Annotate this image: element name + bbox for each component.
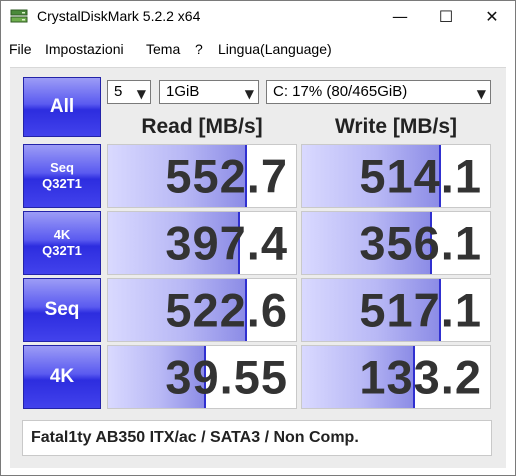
window-title: CrystalDiskMark 5.2.2 x64 <box>37 8 201 24</box>
chevron-down-icon: ▼ <box>244 87 254 101</box>
seq-button[interactable]: Seq <box>23 278 101 342</box>
menu-help[interactable]: ? <box>195 41 203 57</box>
seq-write-cell: 517.1 <box>301 278 491 342</box>
menu-bar: File Impostazioni Tema ? Lingua(Language… <box>1 41 515 63</box>
seq-q32t1-read-cell: 552.7 <box>107 144 297 208</box>
chevron-down-icon: ▼ <box>136 87 146 101</box>
4k-q32t1-read-value: 397.4 <box>165 216 288 270</box>
4k-button[interactable]: 4K <box>23 345 101 409</box>
close-button[interactable]: ✕ <box>469 1 515 31</box>
seq-q32t1-write-value: 514.1 <box>359 149 482 203</box>
title-bar: CrystalDiskMark 5.2.2 x64 — ☐ ✕ <box>1 1 515 31</box>
4k-write-value: 133.2 <box>359 350 482 404</box>
write-header: Write [MB/s] <box>334 115 458 138</box>
app-window: CrystalDiskMark 5.2.2 x64 — ☐ ✕ File Imp… <box>0 0 516 476</box>
comment-field[interactable]: Fatal1ty AB350 ITX/ac / SATA3 / Non Comp… <box>22 420 492 456</box>
4k-q32t1-read-cell: 397.4 <box>107 211 297 275</box>
menu-tema[interactable]: Tema <box>146 41 180 57</box>
4k-q32t1-write-value: 356.1 <box>359 216 482 270</box>
read-header: Read [MB/s] <box>141 115 263 138</box>
test-count-value: 5 <box>114 83 123 100</box>
menu-file[interactable]: File <box>9 41 32 57</box>
test-size-value: 1GiB <box>166 83 200 100</box>
seq-q32t1-write-cell: 514.1 <box>301 144 491 208</box>
4k-q32t1-button[interactable]: 4K Q32T1 <box>23 211 101 275</box>
menu-language[interactable]: Lingua(Language) <box>218 41 332 57</box>
test-count-select[interactable]: 5 ▼ <box>107 80 151 104</box>
test-size-select[interactable]: 1GiB ▼ <box>159 80 259 104</box>
minimize-button[interactable]: — <box>377 1 423 31</box>
4k-q32t1-write-cell: 356.1 <box>301 211 491 275</box>
drive-value: C: 17% (80/465GiB) <box>273 83 408 100</box>
4k-write-cell: 133.2 <box>301 345 491 409</box>
menu-impostazioni[interactable]: Impostazioni <box>45 41 124 57</box>
seq-q32t1-button[interactable]: Seq Q32T1 <box>23 144 101 208</box>
4k-read-value: 39.55 <box>165 350 288 404</box>
seq-read-cell: 522.6 <box>107 278 297 342</box>
seq-read-value: 522.6 <box>165 283 288 337</box>
4k-read-cell: 39.55 <box>107 345 297 409</box>
app-disk-icon <box>10 9 28 23</box>
chevron-down-icon: ▼ <box>476 87 486 101</box>
all-button[interactable]: All <box>23 77 101 137</box>
drive-select[interactable]: C: 17% (80/465GiB) ▼ <box>266 80 491 104</box>
maximize-button[interactable]: ☐ <box>423 1 469 31</box>
seq-q32t1-read-value: 552.7 <box>165 149 288 203</box>
seq-write-value: 517.1 <box>359 283 482 337</box>
